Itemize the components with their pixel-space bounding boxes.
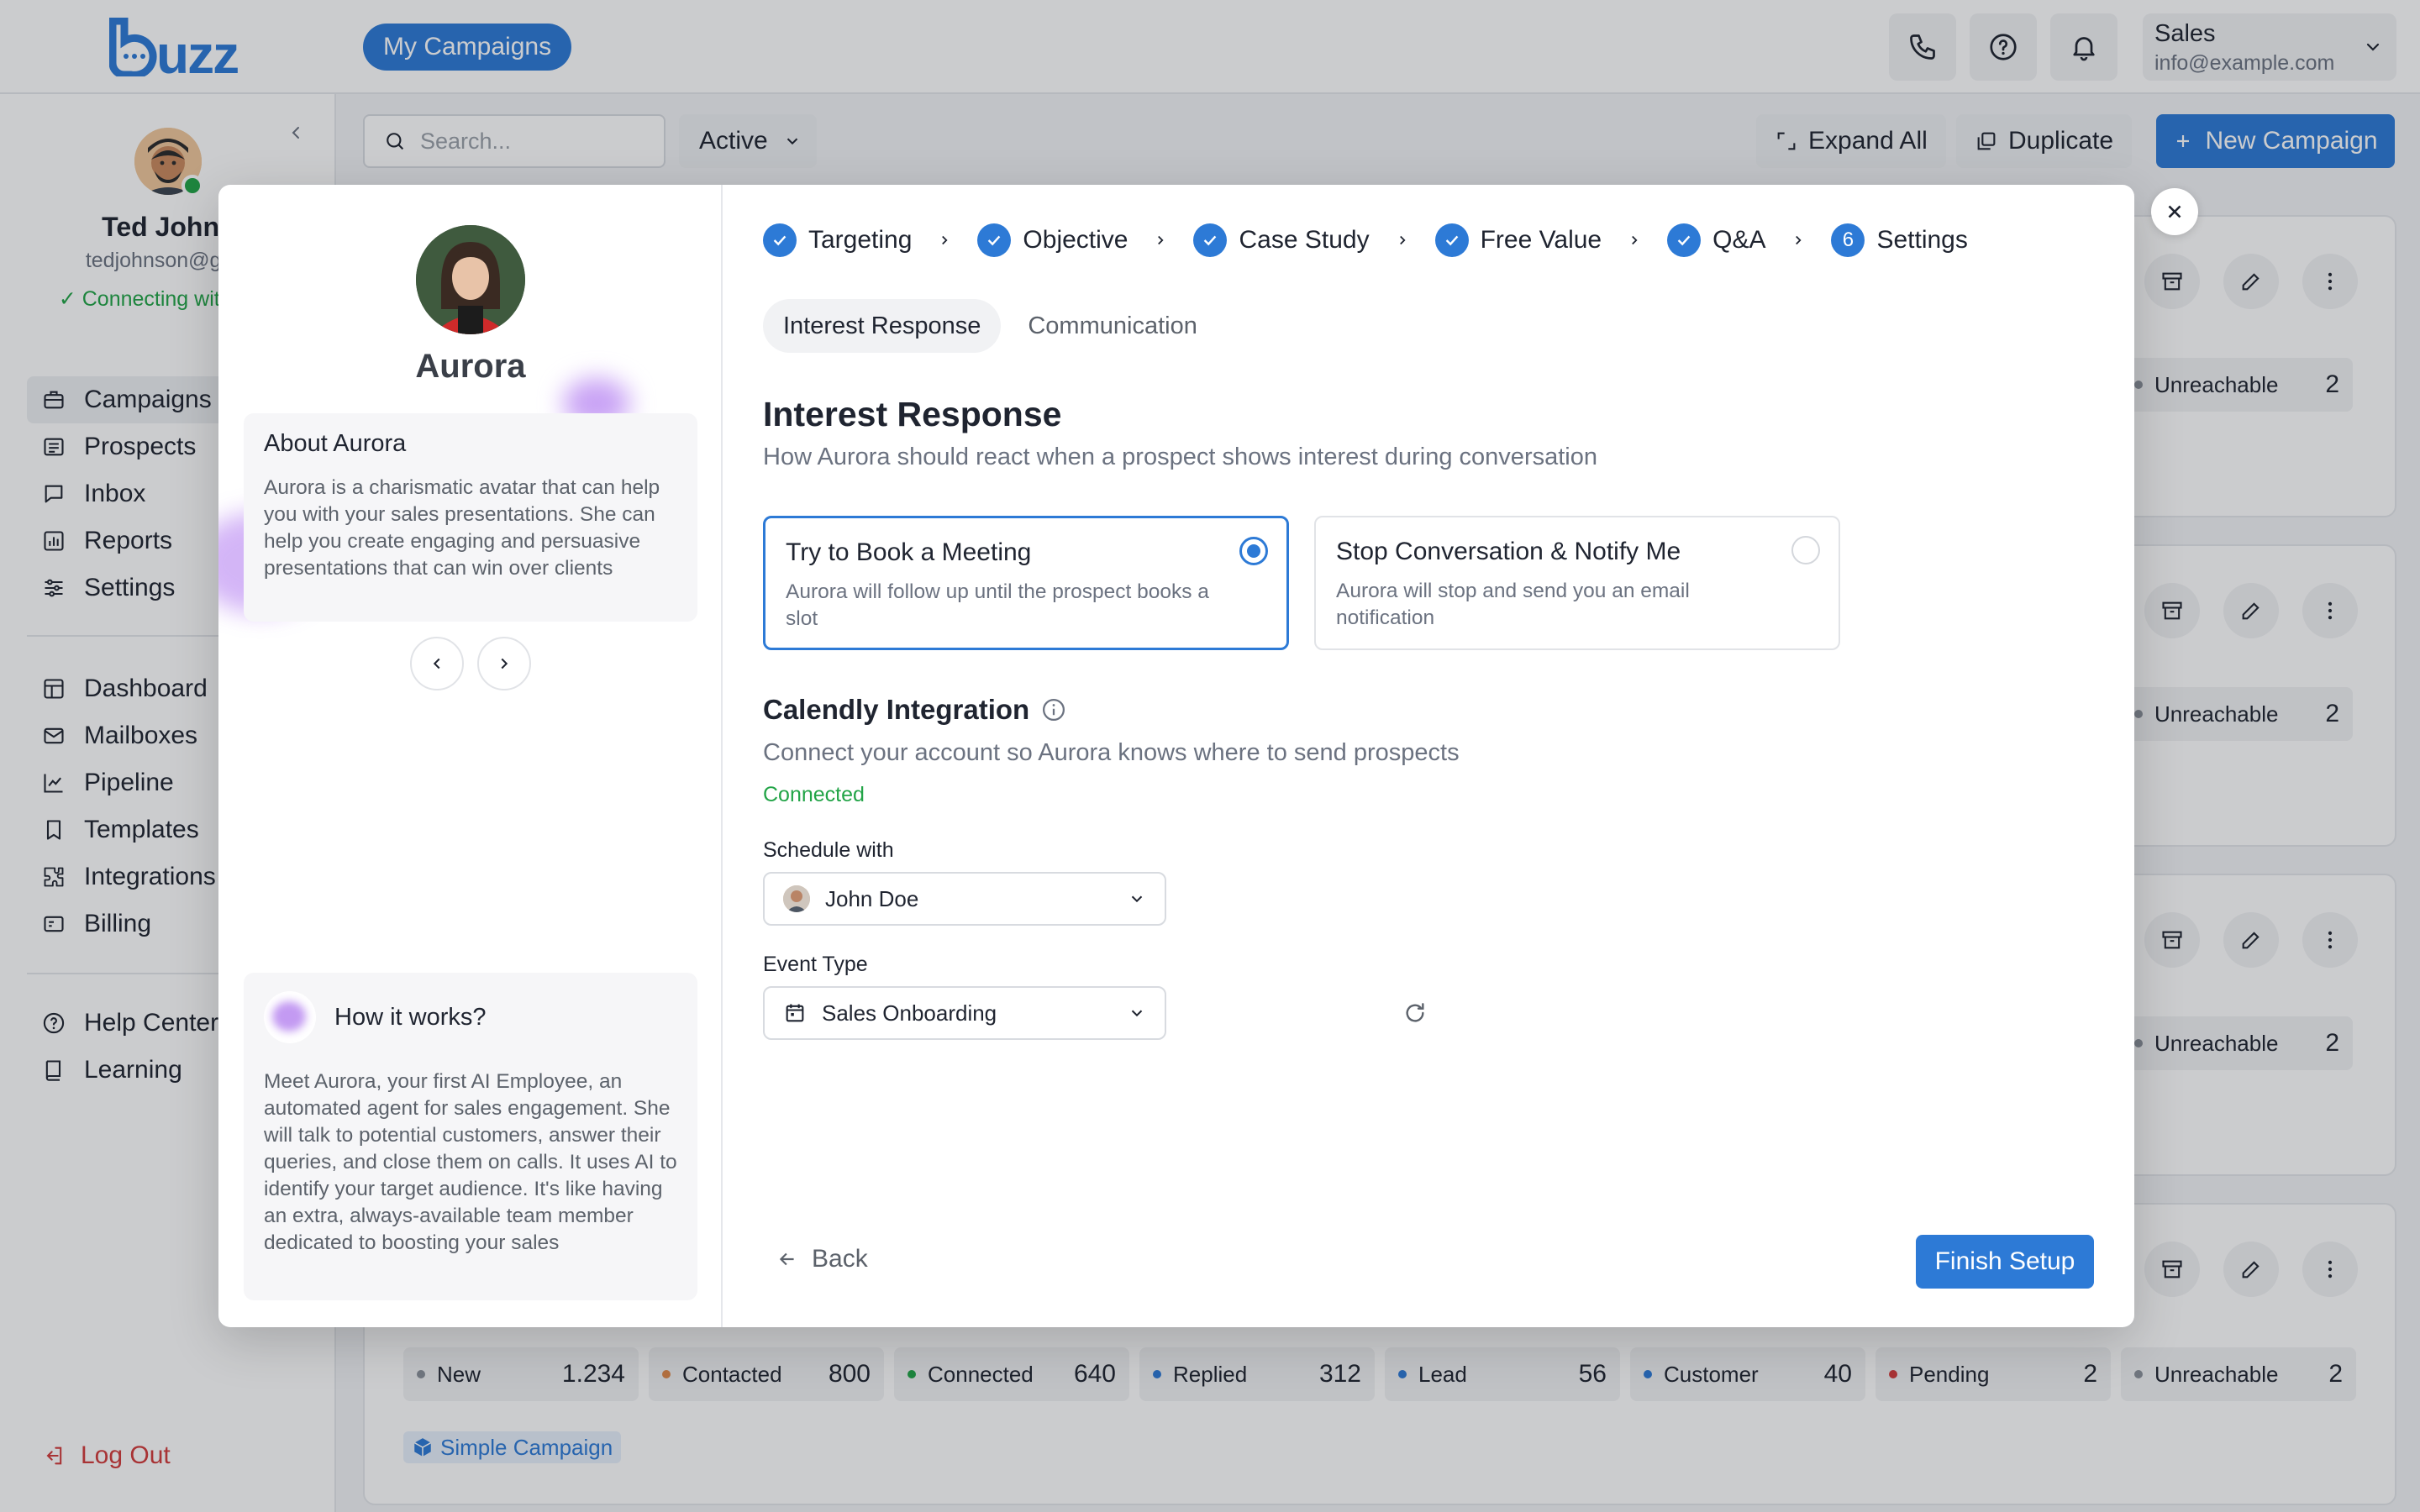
step-qa[interactable]: Q&A — [1667, 223, 1765, 257]
section-title: Interest Response — [763, 395, 1062, 433]
previous-agent-button[interactable] — [410, 637, 464, 690]
back-label: Back — [812, 1245, 868, 1273]
chevron-down-icon — [1131, 895, 1143, 903]
check-icon — [763, 223, 797, 257]
option-title: Stop Conversation & Notify Me — [1336, 538, 1681, 565]
event-type-value: Sales Onboarding — [822, 1000, 997, 1026]
calendly-title-text: Calendly Integration — [763, 694, 1030, 725]
step-settings[interactable]: 6 Settings — [1831, 223, 1968, 257]
tab-communication[interactable]: Communication — [1007, 299, 1217, 353]
calendly-subtitle: Connect your account so Aurora knows whe… — [763, 739, 1460, 766]
how-it-works-text: Meet Aurora, your first AI Employee, an … — [264, 1070, 677, 1254]
radio-unselected[interactable] — [1791, 536, 1820, 564]
check-icon — [1434, 223, 1469, 257]
wizard-stepper: Targeting Objective Case Study Free Valu… — [763, 223, 1968, 257]
step-label: Objective — [1023, 226, 1128, 254]
check-icon — [1667, 223, 1702, 257]
chevron-down-icon — [1131, 1010, 1143, 1017]
step-free-value[interactable]: Free Value — [1434, 223, 1602, 257]
option-book-meeting[interactable]: Try to Book a Meeting Aurora will follow… — [763, 516, 1289, 650]
step-objective[interactable]: Objective — [977, 223, 1128, 257]
agent-avatar-image — [416, 225, 525, 334]
schedule-with-label: Schedule with — [763, 838, 894, 862]
check-icon — [977, 223, 1012, 257]
calendly-section-title: Calendly Integration — [763, 694, 1066, 726]
option-title: Try to Book a Meeting — [786, 538, 1032, 566]
option-description: Aurora will follow up until the prospect… — [786, 580, 1209, 630]
next-agent-button[interactable] — [477, 637, 531, 690]
chevron-right-icon — [501, 658, 508, 669]
step-case-study[interactable]: Case Study — [1193, 223, 1370, 257]
step-label: Q&A — [1712, 226, 1766, 254]
close-icon — [2168, 205, 2181, 218]
finish-setup-button[interactable]: Finish Setup — [1916, 1235, 2094, 1289]
event-type-label: Event Type — [763, 953, 868, 976]
back-button[interactable]: Back — [776, 1245, 868, 1273]
radio-selected[interactable] — [1239, 537, 1268, 565]
agent-name: Aurora — [415, 348, 526, 385]
refresh-icon[interactable] — [1402, 1000, 1428, 1026]
check-icon — [1193, 223, 1228, 257]
chevron-right-icon — [1399, 235, 1406, 245]
close-modal-button[interactable] — [2151, 188, 2198, 235]
settings-tabs: Interest Response Communication — [763, 299, 1218, 353]
step-number: 6 — [1831, 223, 1865, 257]
chevron-left-icon — [433, 658, 440, 669]
agent-panel: Aurora About Aurora Aurora is a charisma… — [218, 185, 723, 1327]
step-label: Case Study — [1239, 226, 1370, 254]
how-it-works-card: How it works? Meet Aurora, your first AI… — [244, 973, 697, 1300]
chevron-right-icon — [1632, 235, 1638, 245]
chevron-right-icon — [1796, 235, 1802, 245]
step-targeting[interactable]: Targeting — [763, 223, 912, 257]
step-label: Free Value — [1480, 226, 1602, 254]
person-avatar — [783, 885, 810, 912]
how-it-works-title: How it works? — [334, 1003, 487, 1031]
sparkle-icon — [264, 991, 316, 1043]
about-agent-card: About Aurora Aurora is a charismatic ava… — [244, 413, 697, 622]
option-description: Aurora will stop and send you an email n… — [1336, 580, 1690, 629]
how-it-works-header: How it works? — [264, 991, 677, 1043]
chevron-right-icon — [942, 235, 948, 245]
schedule-with-value: John Doe — [825, 885, 919, 911]
tab-interest-response[interactable]: Interest Response — [763, 299, 1002, 353]
schedule-with-select[interactable]: John Doe — [763, 872, 1166, 926]
step-label: Settings — [1876, 226, 1968, 254]
event-type-select[interactable]: Sales Onboarding — [763, 986, 1166, 1040]
setup-wizard-modal: Aurora About Aurora Aurora is a charisma… — [218, 185, 2134, 1327]
about-title: About Aurora — [264, 430, 407, 457]
calendar-icon — [786, 1004, 804, 1022]
wizard-content: Targeting Objective Case Study Free Valu… — [723, 185, 2134, 1327]
option-stop-notify[interactable]: Stop Conversation & Notify Me Aurora wil… — [1314, 516, 1840, 650]
section-subtitle: How Aurora should react when a prospect … — [763, 444, 1597, 470]
chevron-right-icon — [1158, 235, 1165, 245]
info-icon[interactable] — [1041, 697, 1066, 722]
about-text: Aurora is a charismatic avatar that can … — [264, 476, 660, 580]
agent-avatar — [416, 225, 525, 334]
step-label: Targeting — [808, 226, 913, 254]
arrow-left-icon — [779, 1252, 794, 1266]
calendly-status: Connected — [763, 783, 865, 806]
